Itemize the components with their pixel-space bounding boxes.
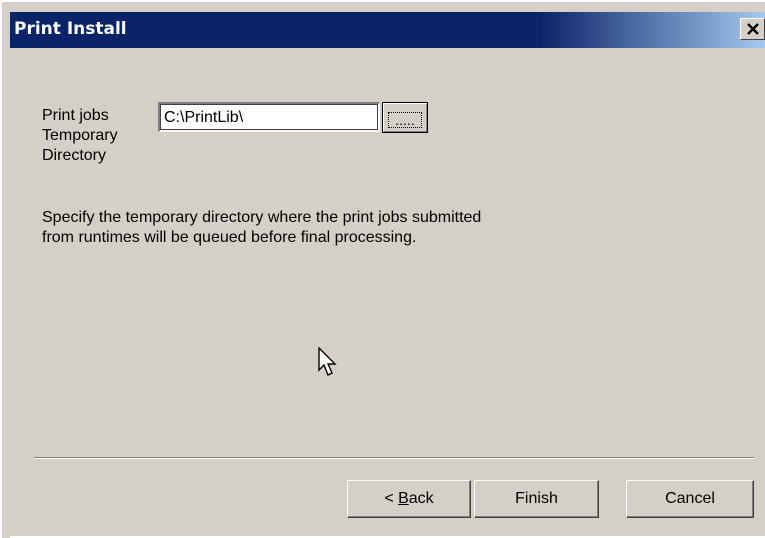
close-icon — [747, 23, 759, 35]
description-text: Specify the temporary directory where th… — [42, 209, 482, 246]
back-button-rest: ack — [408, 490, 434, 507]
finish-button[interactable]: Finish — [474, 480, 599, 518]
directory-label: Print jobs Temporary Directory — [42, 107, 118, 164]
window-title: Print Install — [14, 19, 127, 39]
title-bar[interactable]: Print Install — [10, 12, 765, 48]
button-divider — [34, 457, 754, 459]
browse-button[interactable]: ..... — [382, 102, 428, 133]
print-install-dialog: Print Install Print jobs Temporary Direc… — [0, 0, 765, 538]
close-button[interactable] — [740, 18, 765, 40]
temp-directory-input[interactable] — [158, 102, 380, 132]
window-left-edge — [2, 48, 10, 538]
back-button-prefix: < — [384, 490, 399, 507]
cancel-button[interactable]: Cancel — [626, 480, 754, 518]
back-button-mnemonic: B — [398, 490, 409, 507]
mouse-pointer-icon — [318, 346, 338, 382]
browse-button-label: ..... — [388, 112, 422, 128]
back-button[interactable]: < Back — [347, 480, 471, 518]
